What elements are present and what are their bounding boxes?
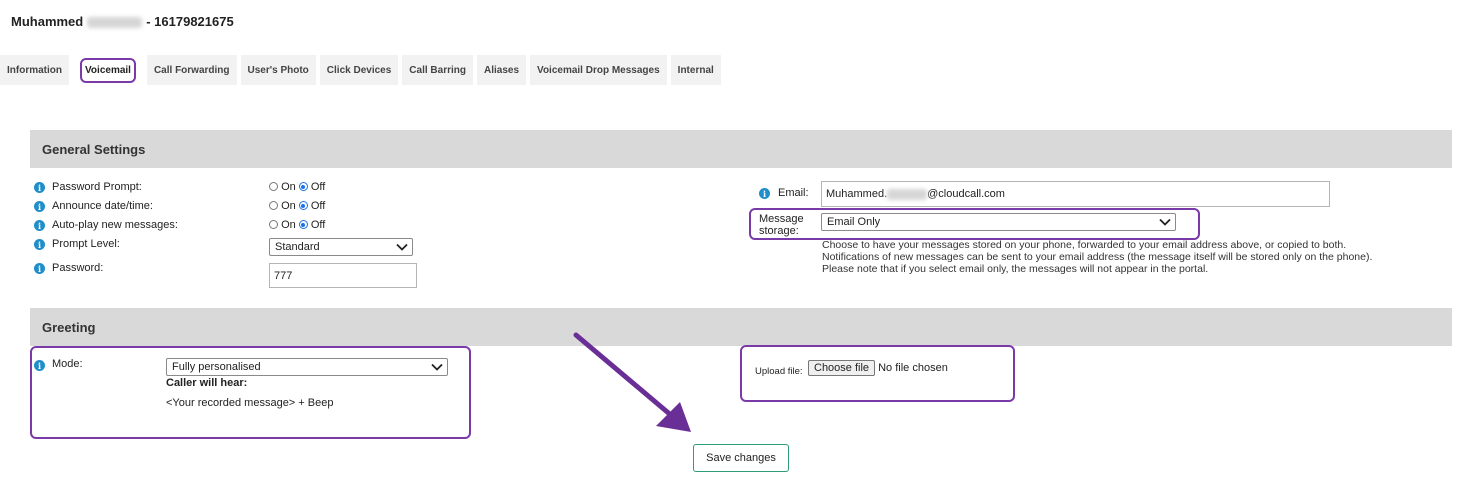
announce-on-radio[interactable] xyxy=(269,201,278,210)
tab-label: Call Barring xyxy=(409,64,466,76)
radio-label: Off xyxy=(310,200,326,212)
note-line: Choose to have your messages stored on y… xyxy=(822,239,1347,251)
tab-label: Information xyxy=(7,64,62,76)
tab-label: Aliases xyxy=(483,64,520,76)
file-picker: Choose file No file chosen xyxy=(808,360,948,376)
email-prefix: Muhammed. xyxy=(826,188,888,200)
radio-label: On xyxy=(281,219,296,231)
autoplay-label: Auto-play new messages: xyxy=(52,219,178,231)
info-icon[interactable]: i xyxy=(34,263,45,274)
radio-label: Off xyxy=(310,181,326,193)
tab-voicemail-drop-messages[interactable]: Voicemail Drop Messages xyxy=(530,55,667,85)
autoplay-off-radio[interactable] xyxy=(298,220,308,229)
tab-label: User's Photo xyxy=(247,64,309,76)
message-storage-label: Message storage: xyxy=(759,213,804,237)
email-suffix: @cloudcall.com xyxy=(927,188,1005,200)
input-value: 777 xyxy=(274,269,293,282)
prompt-level-select[interactable]: Standard xyxy=(269,238,413,256)
caller-will-hear-label: Caller will hear: xyxy=(166,377,248,389)
tab-aliases[interactable]: Aliases xyxy=(476,55,527,85)
announce-datetime-radios: On Off xyxy=(269,200,325,212)
chevron-down-icon xyxy=(1159,218,1171,226)
greeting-header: Greeting xyxy=(30,308,1452,346)
save-changes-button[interactable]: Save changes xyxy=(693,444,789,472)
chevron-down-icon xyxy=(396,243,408,251)
announce-off-radio[interactable] xyxy=(298,201,308,210)
tab-label: Voicemail xyxy=(80,57,136,83)
announce-datetime-label: Announce date/time: xyxy=(52,200,153,212)
password-prompt-on-radio[interactable] xyxy=(269,182,278,191)
select-value: Fully personalised xyxy=(172,361,261,373)
autoplay-radios: On Off xyxy=(269,219,325,231)
autoplay-on-radio[interactable] xyxy=(269,220,278,229)
tab-call-forwarding[interactable]: Call Forwarding xyxy=(146,55,237,85)
tab-label: Voicemail Drop Messages xyxy=(537,64,660,76)
info-icon[interactable]: i xyxy=(34,239,45,250)
password-label: Password: xyxy=(52,262,104,274)
file-status: No file chosen xyxy=(878,362,948,374)
choose-file-button[interactable]: Choose file xyxy=(808,360,876,376)
password-prompt-label: Password Prompt: xyxy=(52,181,142,193)
mode-label: Mode: xyxy=(52,358,83,370)
tab-information[interactable]: Information xyxy=(0,55,69,85)
email-input[interactable]: Muhammed. @cloudcall.com xyxy=(821,181,1330,207)
radio-label: On xyxy=(281,181,296,193)
storage-note: Choose to have your messages stored on y… xyxy=(822,239,1442,275)
info-icon[interactable]: i xyxy=(34,201,45,212)
tab-internal[interactable]: Internal xyxy=(670,55,721,85)
tab-call-barring[interactable]: Call Barring xyxy=(402,55,473,85)
info-icon[interactable]: i xyxy=(34,360,45,371)
user-first-name: Muhammed xyxy=(11,14,84,29)
chevron-down-icon xyxy=(431,363,443,371)
user-number: - 16179821675 xyxy=(146,14,234,29)
info-icon[interactable]: i xyxy=(34,220,45,231)
tab-bar: Information Voicemail Call Forwarding Us… xyxy=(0,55,721,85)
tab-click-devices[interactable]: Click Devices xyxy=(319,55,399,85)
mode-select[interactable]: Fully personalised xyxy=(166,358,448,376)
tab-users-photo[interactable]: User's Photo xyxy=(240,55,316,85)
select-value: Email Only xyxy=(827,216,881,228)
info-icon[interactable]: i xyxy=(34,182,45,193)
section-title: General Settings xyxy=(42,141,146,157)
caller-will-hear-value: <Your recorded message> + Beep xyxy=(166,397,334,409)
prompt-level-label: Prompt Level: xyxy=(52,238,120,250)
tab-label: Click Devices xyxy=(326,64,392,76)
tab-label: Call Forwarding xyxy=(153,64,230,76)
upload-file-label: Upload file: xyxy=(755,366,803,377)
tab-voicemail[interactable]: Voicemail xyxy=(73,55,143,85)
select-value: Standard xyxy=(275,241,320,253)
redacted-surname xyxy=(87,17,143,29)
tab-label: Internal xyxy=(677,64,714,76)
password-prompt-off-radio[interactable] xyxy=(298,182,308,191)
radio-label: Off xyxy=(310,219,326,231)
arrow-annotation xyxy=(573,332,691,432)
general-settings-header: General Settings xyxy=(30,130,1452,168)
label-line: Message xyxy=(759,213,804,225)
info-icon[interactable]: i xyxy=(759,188,770,199)
label-line: storage: xyxy=(759,225,799,237)
message-storage-select[interactable]: Email Only xyxy=(821,213,1176,231)
email-label: Email: xyxy=(778,187,809,199)
password-prompt-radios: On Off xyxy=(269,181,325,193)
radio-label: On xyxy=(281,200,296,212)
password-input[interactable]: 777 xyxy=(269,263,417,288)
redacted-text xyxy=(887,188,928,200)
page-title: Muhammed - 16179821675 xyxy=(11,14,234,29)
note-line: Notifications of new messages can be sen… xyxy=(822,251,1373,263)
section-title: Greeting xyxy=(42,319,96,335)
note-line: Please note that if you select email onl… xyxy=(822,263,1209,275)
